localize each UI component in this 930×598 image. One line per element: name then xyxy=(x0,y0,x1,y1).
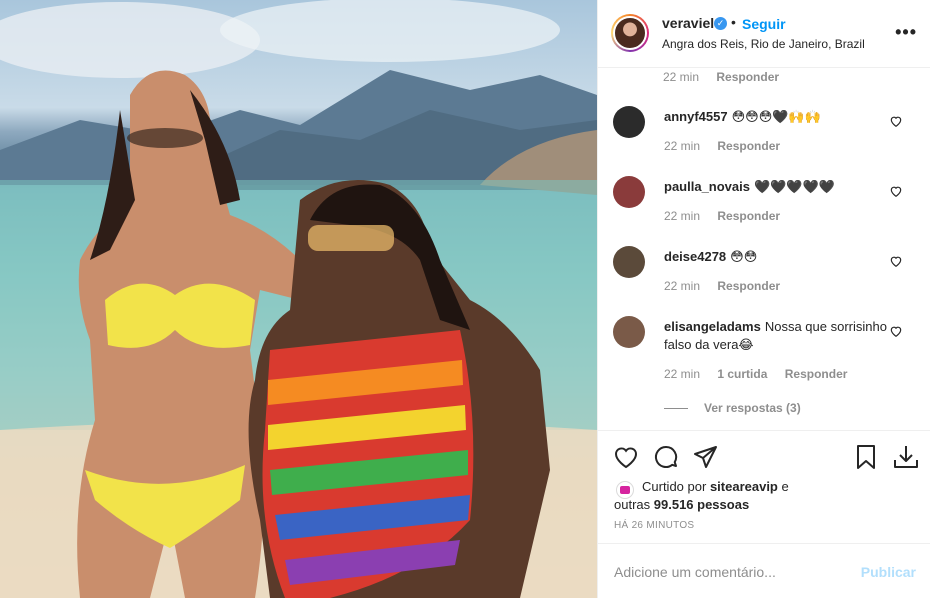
post-header: veraviel ✓ • Seguir Angra dos Reis, Rio … xyxy=(598,0,930,68)
commenter-username[interactable]: deise4278 xyxy=(664,249,726,264)
post-photo[interactable] xyxy=(0,0,597,598)
avatar-image xyxy=(613,16,647,50)
download-icon[interactable] xyxy=(892,443,920,471)
heart-outline-icon[interactable] xyxy=(889,184,903,198)
comments-list[interactable]: 22 min Responder annyf4557 😳😳😳🖤🙌🙌 22 min … xyxy=(598,68,930,430)
follow-button[interactable]: Seguir xyxy=(742,16,786,32)
verified-badge-icon: ✓ xyxy=(714,17,727,30)
comment-time: 22 min xyxy=(664,367,701,381)
beach-photo-illustration xyxy=(0,0,597,598)
comment-meta: 22 min Responder xyxy=(663,70,793,84)
post-side-panel: veraviel ✓ • Seguir Angra dos Reis, Rio … xyxy=(597,0,930,598)
view-replies-button[interactable]: Ver respostas (3) xyxy=(664,401,801,415)
commenter-avatar[interactable] xyxy=(613,316,645,348)
replies-line xyxy=(664,408,688,410)
reply-button[interactable]: Responder xyxy=(717,209,780,223)
liked-by-avatar-image xyxy=(620,486,630,494)
commenter-avatar[interactable] xyxy=(613,246,645,278)
heart-outline-icon[interactable] xyxy=(889,254,903,268)
location-link[interactable]: Angra dos Reis, Rio de Janeiro, Brazil xyxy=(662,37,865,51)
comment-meta: 22 min Responder xyxy=(664,279,794,293)
bookmark-icon[interactable] xyxy=(852,443,880,471)
comment-text: deise4278 😳😳 xyxy=(664,248,889,266)
comment-likes-count[interactable]: 1 curtida xyxy=(717,367,767,381)
comment-icon[interactable] xyxy=(652,443,680,471)
view-replies-label: Ver respostas (3) xyxy=(704,401,801,415)
more-options-icon[interactable]: ••• xyxy=(895,22,917,43)
reply-button[interactable]: Responder xyxy=(785,367,848,381)
comment-body: 😳😳😳🖤🙌🙌 xyxy=(731,109,821,124)
post-actions: Curtido por siteareavip e outras 99.516 … xyxy=(598,430,930,540)
instagram-post: veraviel ✓ • Seguir Angra dos Reis, Rio … xyxy=(0,0,930,598)
commenter-avatar[interactable] xyxy=(613,176,645,208)
comment-text: paulla_novais 🖤🖤🖤🖤🖤 xyxy=(664,178,889,196)
comment-text: annyf4557 😳😳😳🖤🙌🙌 xyxy=(664,108,889,126)
commenter-username[interactable]: annyf4557 xyxy=(664,109,728,124)
avatar[interactable] xyxy=(611,14,649,52)
liked-by-prefix: Curtido por xyxy=(642,479,707,494)
comment-text: elisangeladams Nossa que sorrisinho falso… xyxy=(664,318,889,354)
reply-button[interactable]: Responder xyxy=(717,139,780,153)
add-comment-bar: Adicione um comentário... Publicar xyxy=(598,543,930,598)
comment-time: 22 min xyxy=(664,279,701,293)
comment-time: 22 min xyxy=(664,139,701,153)
separator-dot: • xyxy=(731,14,736,30)
liked-by-text: Curtido por siteareavip e xyxy=(642,478,789,496)
post-timestamp[interactable]: HÁ 26 MINUTOS xyxy=(614,520,694,531)
commenter-username[interactable]: elisangeladams xyxy=(664,319,761,334)
heart-outline-icon[interactable] xyxy=(612,443,640,471)
commenter-avatar[interactable] xyxy=(613,106,645,138)
send-icon[interactable] xyxy=(692,443,720,471)
comment-body: 🖤🖤🖤🖤🖤 xyxy=(753,179,835,194)
liked-by-user[interactable]: siteareavip xyxy=(710,479,778,494)
comment-meta: 22 min Responder xyxy=(664,209,794,223)
reply-button[interactable]: Responder xyxy=(716,70,779,84)
comment-body: 😳😳 xyxy=(730,249,758,264)
comment-meta: 22 min 1 curtida Responder xyxy=(664,367,861,381)
comment-time: 22 min xyxy=(664,209,701,223)
comment-time: 22 min xyxy=(663,70,700,84)
heart-outline-icon[interactable] xyxy=(889,324,903,338)
liked-by-others[interactable]: outras 99.516 pessoas xyxy=(614,496,749,514)
commenter-username[interactable]: paulla_novais xyxy=(664,179,750,194)
liked-by-and: e xyxy=(781,479,789,494)
liked-by-others-prefix: outras xyxy=(614,497,651,512)
username[interactable]: veraviel xyxy=(662,15,714,31)
publish-button[interactable]: Publicar xyxy=(861,564,916,580)
heart-outline-icon[interactable] xyxy=(889,114,903,128)
comment-input[interactable]: Adicione um comentário... xyxy=(614,564,776,580)
comment-meta: 22 min Responder xyxy=(664,139,794,153)
liked-by-count[interactable]: 99.516 pessoas xyxy=(654,497,749,512)
reply-button[interactable]: Responder xyxy=(717,279,780,293)
